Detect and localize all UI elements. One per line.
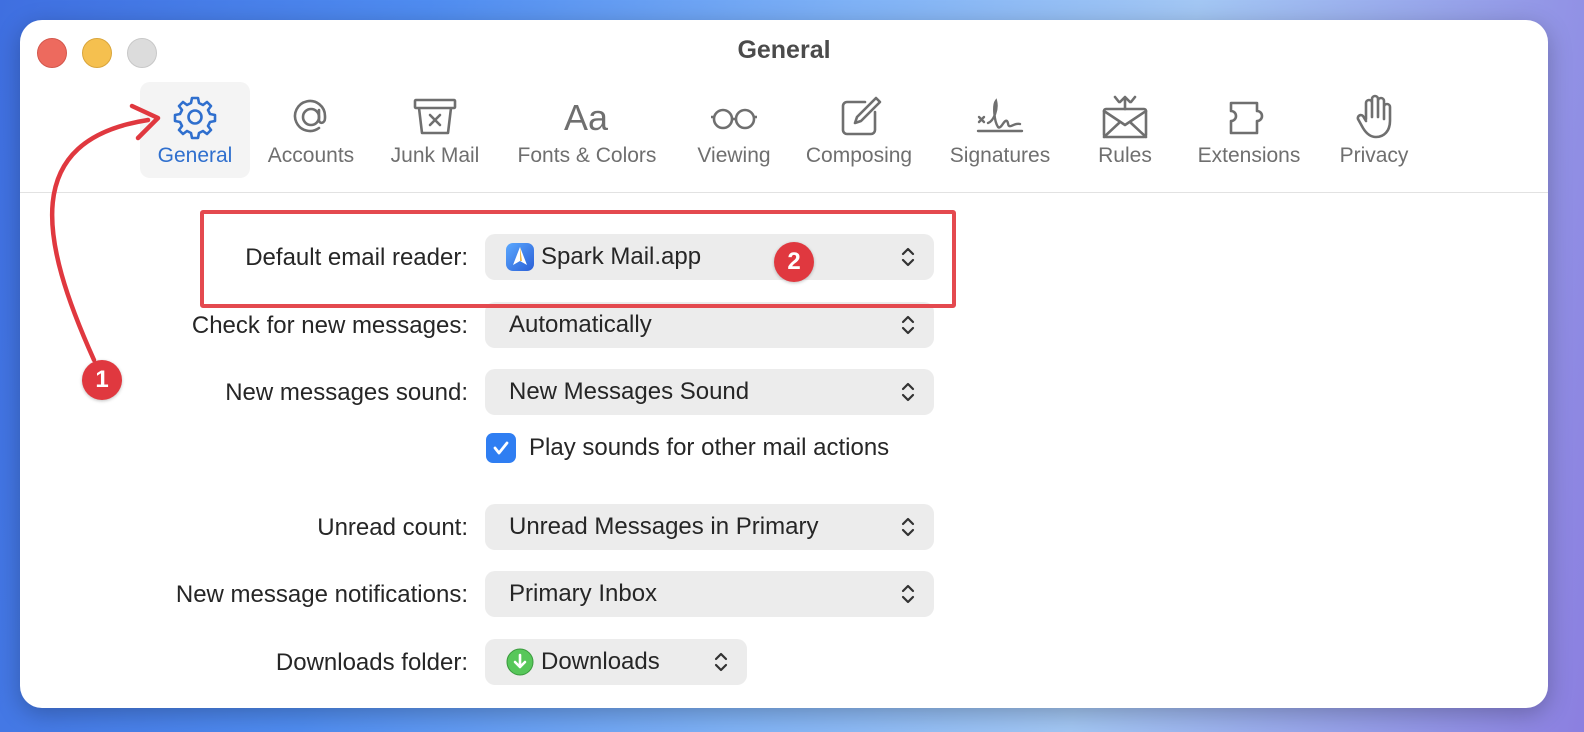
downloads-popup[interactable]: Downloads [485, 639, 747, 685]
chevron-updown-icon [901, 315, 915, 335]
play-sounds-label: Play sounds for other mail actions [529, 434, 890, 461]
tab-accounts[interactable]: Accounts [258, 82, 364, 178]
check-messages-value: Automatically [509, 311, 652, 338]
tab-composing-label: Composing [805, 144, 913, 167]
chevron-updown-icon [901, 382, 915, 402]
svg-text:Aa: Aa [564, 97, 609, 138]
unread-count-label: Unread count: [317, 514, 468, 541]
chevron-updown-icon [901, 584, 915, 604]
default-reader-label: Default email reader: [245, 244, 468, 271]
check-messages-popup[interactable]: Automatically [485, 302, 934, 348]
tab-accounts-label: Accounts [267, 144, 355, 167]
play-sounds-checkbox[interactable] [486, 433, 516, 463]
sound-value: New Messages Sound [509, 378, 750, 405]
chevron-updown-icon [901, 517, 915, 537]
glasses-icon [707, 90, 761, 144]
tab-privacy[interactable]: Privacy [1326, 82, 1422, 178]
tab-general[interactable]: General [140, 82, 250, 178]
rules-envelope-icon [1098, 90, 1152, 144]
tab-rules[interactable]: Rules [1080, 82, 1170, 178]
puzzle-icon [1222, 90, 1276, 144]
tab-signatures-label: Signatures [949, 144, 1051, 167]
unread-count-popup[interactable]: Unread Messages in Primary [485, 504, 934, 550]
tab-fonts-colors[interactable]: Aa Fonts & Colors [506, 82, 668, 178]
downloads-label: Downloads folder: [275, 649, 468, 676]
tab-general-label: General [157, 144, 233, 167]
notifications-value: Primary Inbox [509, 580, 658, 607]
tab-extensions[interactable]: Extensions [1186, 82, 1312, 178]
gear-icon [168, 90, 222, 144]
at-sign-icon [284, 90, 338, 144]
spark-app-icon [505, 242, 535, 272]
tab-extensions-label: Extensions [1197, 144, 1301, 167]
tab-rules-label: Rules [1098, 144, 1152, 167]
tab-junk-mail-label: Junk Mail [390, 144, 480, 167]
settings-toolbar: General Accounts Junk Mail Aa Fonts & Co… [20, 82, 1548, 193]
default-reader-value: Spark Mail.app [541, 243, 702, 270]
check-messages-label: Check for new messages: [191, 312, 468, 339]
tab-fonts-colors-label: Fonts & Colors [517, 144, 657, 167]
junk-mail-icon [408, 90, 462, 144]
tab-privacy-label: Privacy [1339, 144, 1409, 167]
annotation-step-2-badge: 2 [774, 242, 814, 282]
chevron-updown-icon [901, 247, 915, 267]
sound-popup[interactable]: New Messages Sound [485, 369, 934, 415]
window-title: General [737, 36, 831, 64]
fonts-icon: Aa [560, 90, 614, 144]
notifications-popup[interactable]: Primary Inbox [485, 571, 934, 617]
downloads-value: Downloads [541, 648, 660, 675]
tab-signatures[interactable]: Signatures [938, 82, 1062, 178]
checkmark-icon [493, 441, 509, 455]
tab-viewing-label: Viewing [697, 144, 771, 167]
annotation-step-1-badge: 1 [82, 360, 122, 400]
sound-label: New messages sound: [225, 379, 468, 406]
mail-settings-window: General General Accounts Junk Mail Aa Fo… [20, 20, 1548, 708]
tab-junk-mail[interactable]: Junk Mail [380, 82, 490, 178]
default-reader-popup[interactable]: Spark Mail.app [485, 234, 934, 280]
downloads-folder-icon [505, 647, 535, 677]
compose-icon [832, 90, 886, 144]
hand-icon [1347, 90, 1401, 144]
tab-composing[interactable]: Composing [796, 82, 922, 178]
chevron-updown-icon [714, 652, 728, 672]
signature-icon [973, 90, 1027, 144]
unread-count-value: Unread Messages in Primary [509, 513, 819, 540]
tab-viewing[interactable]: Viewing [684, 82, 784, 178]
notifications-label: New message notifications: [175, 581, 468, 608]
